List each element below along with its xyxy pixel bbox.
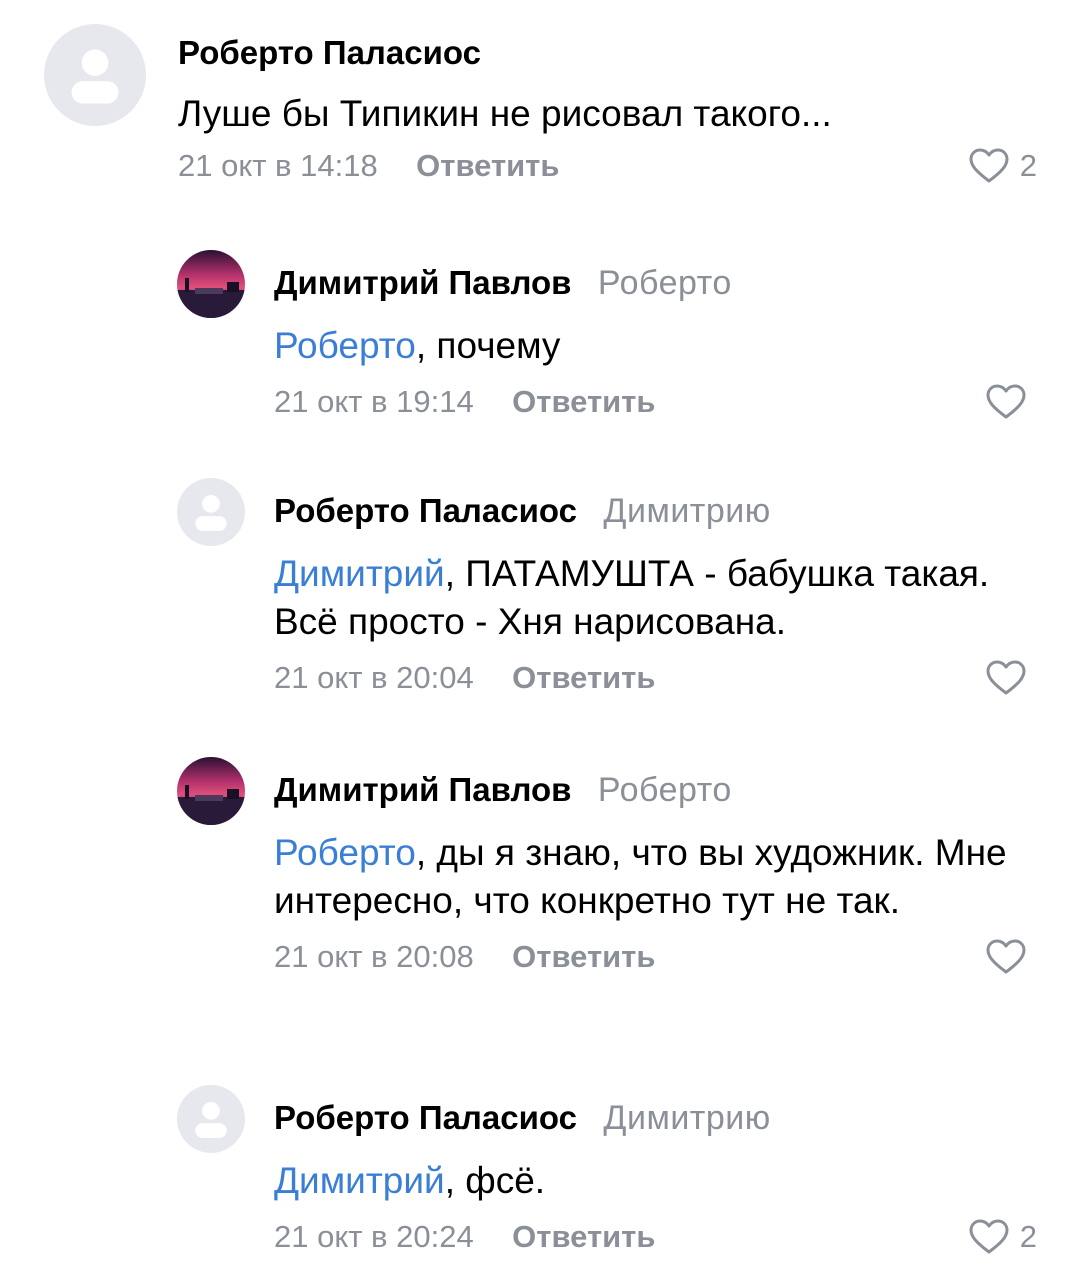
comment-body: Димитрий Павлов Роберто Роберто, почему … [274,260,1037,424]
heart-outline-icon [969,148,1009,183]
comment-header: Роберто Паласиос Димитрию [274,1095,1037,1141]
like-button[interactable] [985,380,1037,424]
author-name[interactable]: Роберто Паласиос [274,492,577,529]
comment-meta: 21 окт в 20:08 Ответить [274,935,1037,979]
avatar[interactable] [177,1085,245,1153]
avatar-photo [177,757,245,825]
reply-button[interactable]: Ответить [512,1219,655,1254]
like-button[interactable]: 2 [968,1215,1037,1259]
timestamp: 21 окт в 19:14 [274,384,474,419]
avatar[interactable] [177,250,245,318]
mention-link[interactable]: Димитрий [274,1160,445,1201]
comment-text: Луше бы Типикин не рисовал такого... [178,90,1037,138]
comment-text: Димитрий, ПАТАМУШТА - бабушка такая. Всё… [274,550,1037,646]
author-name[interactable]: Роберто Паласиос [178,34,481,71]
comment-text: Димитрий, фсё. [274,1157,1037,1205]
mention-link[interactable]: Роберто [274,325,416,366]
user-silhouette-icon [71,49,119,104]
reply-to-name[interactable]: Роберто [598,771,732,809]
comment-text-content: , фсё. [444,1160,546,1201]
avatar[interactable] [44,24,146,126]
comment-body: Роберто Паласиос Димитрию Димитрий, фсё.… [274,1095,1037,1259]
heart-outline-icon [969,1219,1009,1254]
heart-outline-icon [986,939,1026,974]
like-count: 2 [1019,1219,1037,1254]
comment-meta: 21 окт в 19:14 Ответить [274,380,1037,424]
author-name[interactable]: Роберто Паласиос [274,1099,577,1136]
timestamp: 21 окт в 14:18 [178,148,378,183]
comment-meta: 21 окт в 20:04 Ответить [274,656,1037,700]
like-button[interactable] [985,656,1037,700]
comment-header: Димитрий Павлов Роберто [274,260,1037,306]
reply-to-name[interactable]: Димитрию [603,1099,770,1137]
comment-header: Димитрий Павлов Роберто [274,767,1037,813]
comment-text-content: Луше бы Типикин не рисовал такого... [178,93,832,134]
comment-meta: 21 окт в 20:24 Ответить 2 [274,1215,1037,1259]
reply-button[interactable]: Ответить [416,148,559,183]
mention-link[interactable]: Роберто [274,832,416,873]
reply-button[interactable]: Ответить [512,939,655,974]
user-silhouette-icon [195,495,227,532]
heart-outline-icon [986,660,1026,695]
comment-text: Роберто, почему [274,322,1037,370]
timestamp: 21 окт в 20:04 [274,660,474,695]
avatar[interactable] [177,478,245,546]
comment-body: Димитрий Павлов Роберто Роберто, ды я зн… [274,767,1037,979]
avatar-photo [177,250,245,318]
mention-link[interactable]: Димитрий [274,553,445,594]
timestamp: 21 окт в 20:24 [274,1219,474,1254]
timestamp: 21 окт в 20:08 [274,939,474,974]
user-silhouette-icon [195,1102,227,1139]
reply-button[interactable]: Ответить [512,384,655,419]
author-name[interactable]: Димитрий Павлов [274,771,571,808]
comment-body: Роберто Паласиос Димитрию Димитрий, ПАТА… [274,488,1037,700]
avatar[interactable] [177,757,245,825]
like-button[interactable] [985,935,1037,979]
reply-to-name[interactable]: Роберто [598,264,732,302]
comment-header: Роберто Паласиос Димитрию [274,488,1037,534]
comment-text-content: , почему [415,325,561,366]
comment-meta: 21 окт в 14:18 Ответить 2 [178,144,1037,188]
author-name[interactable]: Димитрий Павлов [274,264,571,301]
comment-text: Роберто, ды я знаю, что вы художник. Мне… [274,829,1037,925]
like-count: 2 [1019,148,1037,183]
comment-body: Роберто Паласиос Луше бы Типикин не рисо… [178,30,1037,188]
comment-header: Роберто Паласиос [178,30,1037,76]
reply-to-name[interactable]: Димитрию [603,492,770,530]
heart-outline-icon [986,384,1026,419]
like-button[interactable]: 2 [968,144,1037,188]
reply-button[interactable]: Ответить [512,660,655,695]
